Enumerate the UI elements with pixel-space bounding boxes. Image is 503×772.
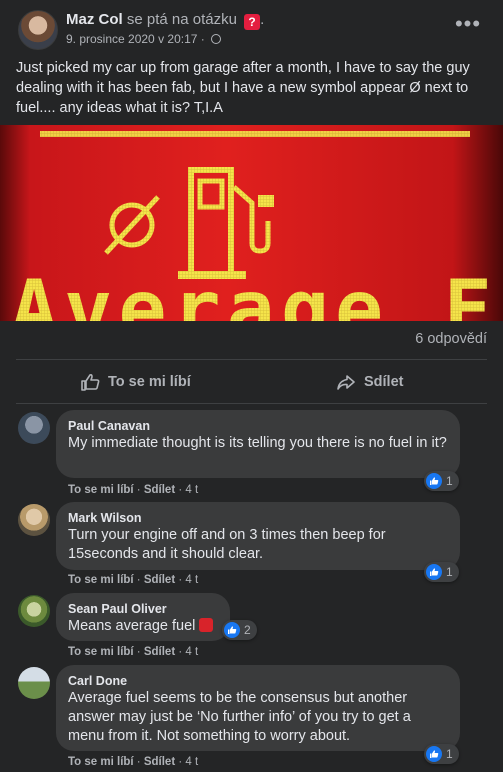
reaction-count[interactable]: 2	[222, 620, 257, 640]
divider-bottom	[16, 403, 487, 404]
post-meta: 9. prosince 2020 v 20:17 ·	[66, 32, 222, 46]
comment-like-link[interactable]: To se mi líbí	[68, 646, 134, 658]
like-label: To se mi líbí	[108, 374, 191, 390]
dashboard-display-image: Average Fuel	[10, 131, 503, 321]
comment-time[interactable]: 4 t	[185, 574, 198, 586]
comment-bubble: Paul Canavan My immediate thought is its…	[56, 410, 460, 478]
like-reaction-icon	[426, 746, 442, 762]
comment-actions: To se mi líbí · Sdílet · 4 t	[68, 484, 199, 496]
author-name[interactable]: Maz Col	[66, 11, 123, 28]
comment-text: Average fuel seems to be the consensus b…	[68, 690, 411, 744]
answers-count[interactable]: 6 odpovědí	[415, 331, 487, 347]
more-horizontal-icon: •••	[454, 11, 482, 36]
comment-bubble: Carl Done Average fuel seems to be the c…	[56, 665, 460, 751]
fuel-pump-emoji-icon	[199, 618, 214, 632]
comment-bubble: Sean Paul Oliver Means average fuel	[56, 593, 230, 641]
display-text: Average Fuel	[10, 263, 503, 321]
badge-suffix: .	[260, 11, 265, 28]
share-label: Sdílet	[364, 374, 404, 390]
like-reaction-icon	[426, 564, 442, 580]
share-arrow-icon	[337, 375, 355, 390]
comment-share-link[interactable]: Sdílet	[144, 646, 175, 658]
display-top-bar	[40, 131, 470, 137]
commenter-avatar[interactable]	[18, 595, 50, 627]
comment-actions: To se mi líbí · Sdílet · 4 t	[68, 756, 199, 768]
like-button[interactable]: To se mi líbí	[80, 363, 191, 401]
like-reaction-icon	[224, 622, 240, 638]
post-text: Just picked my car up from garage after …	[16, 60, 470, 116]
commenter-name[interactable]: Mark Wilson	[68, 510, 448, 526]
commenter-name[interactable]: Carl Done	[68, 673, 448, 689]
globe-icon	[211, 34, 222, 44]
post-image[interactable]: Average Fuel	[0, 125, 503, 321]
commenter-avatar[interactable]	[18, 412, 50, 444]
empty-set-symbol-icon	[104, 195, 160, 255]
comment-text: Turn your engine off and on 3 times then…	[68, 527, 386, 562]
comment-time[interactable]: 4 t	[185, 484, 198, 496]
comment-share-link[interactable]: Sdílet	[144, 484, 175, 496]
commenter-avatar[interactable]	[18, 667, 50, 699]
comment-like-link[interactable]: To se mi líbí	[68, 574, 134, 586]
commenter-name[interactable]: Paul Canavan	[68, 418, 448, 434]
post-date[interactable]: 9. prosince 2020 v 20:17 ·	[66, 32, 205, 46]
question-badge-icon: ?	[244, 14, 261, 30]
comment-like-link[interactable]: To se mi líbí	[68, 484, 134, 496]
comment-like-link[interactable]: To se mi líbí	[68, 756, 134, 768]
post-header: Maz Col se ptá na otázku ?. 9. prosince …	[0, 0, 503, 56]
comment-actions: To se mi líbí · Sdílet · 4 t	[68, 646, 199, 658]
author-line: Maz Col se ptá na otázku ?.	[66, 11, 264, 30]
divider-top	[16, 359, 487, 360]
comment-actions: To se mi líbí · Sdílet · 4 t	[68, 574, 199, 586]
reaction-count[interactable]: 1	[424, 562, 459, 582]
reaction-number: 1	[446, 747, 453, 761]
thumbs-up-icon	[81, 373, 100, 391]
comment-text: Means average fuel	[68, 617, 218, 636]
author-action: se ptá na otázku	[126, 11, 237, 28]
like-reaction-icon	[426, 473, 442, 489]
reaction-count[interactable]: 1	[424, 744, 459, 764]
commenter-avatar[interactable]	[18, 504, 50, 536]
comment-time[interactable]: 4 t	[185, 756, 198, 768]
more-options-button[interactable]: •••	[450, 11, 486, 42]
comment-share-link[interactable]: Sdílet	[144, 574, 175, 586]
commenter-name[interactable]: Sean Paul Oliver	[68, 601, 218, 617]
reaction-count[interactable]: 1	[424, 471, 459, 491]
reaction-number: 1	[446, 474, 453, 488]
author-avatar[interactable]	[18, 10, 58, 50]
share-button[interactable]: Sdílet	[336, 363, 403, 401]
comment-share-link[interactable]: Sdílet	[144, 756, 175, 768]
comment-text: My immediate thought is its telling you …	[68, 435, 447, 451]
comment-bubble: Mark Wilson Turn your engine off and on …	[56, 502, 460, 570]
reaction-number: 2	[244, 623, 251, 637]
comment-text-content: Means average fuel	[68, 618, 196, 634]
comment-time[interactable]: 4 t	[185, 646, 198, 658]
reaction-number: 1	[446, 565, 453, 579]
